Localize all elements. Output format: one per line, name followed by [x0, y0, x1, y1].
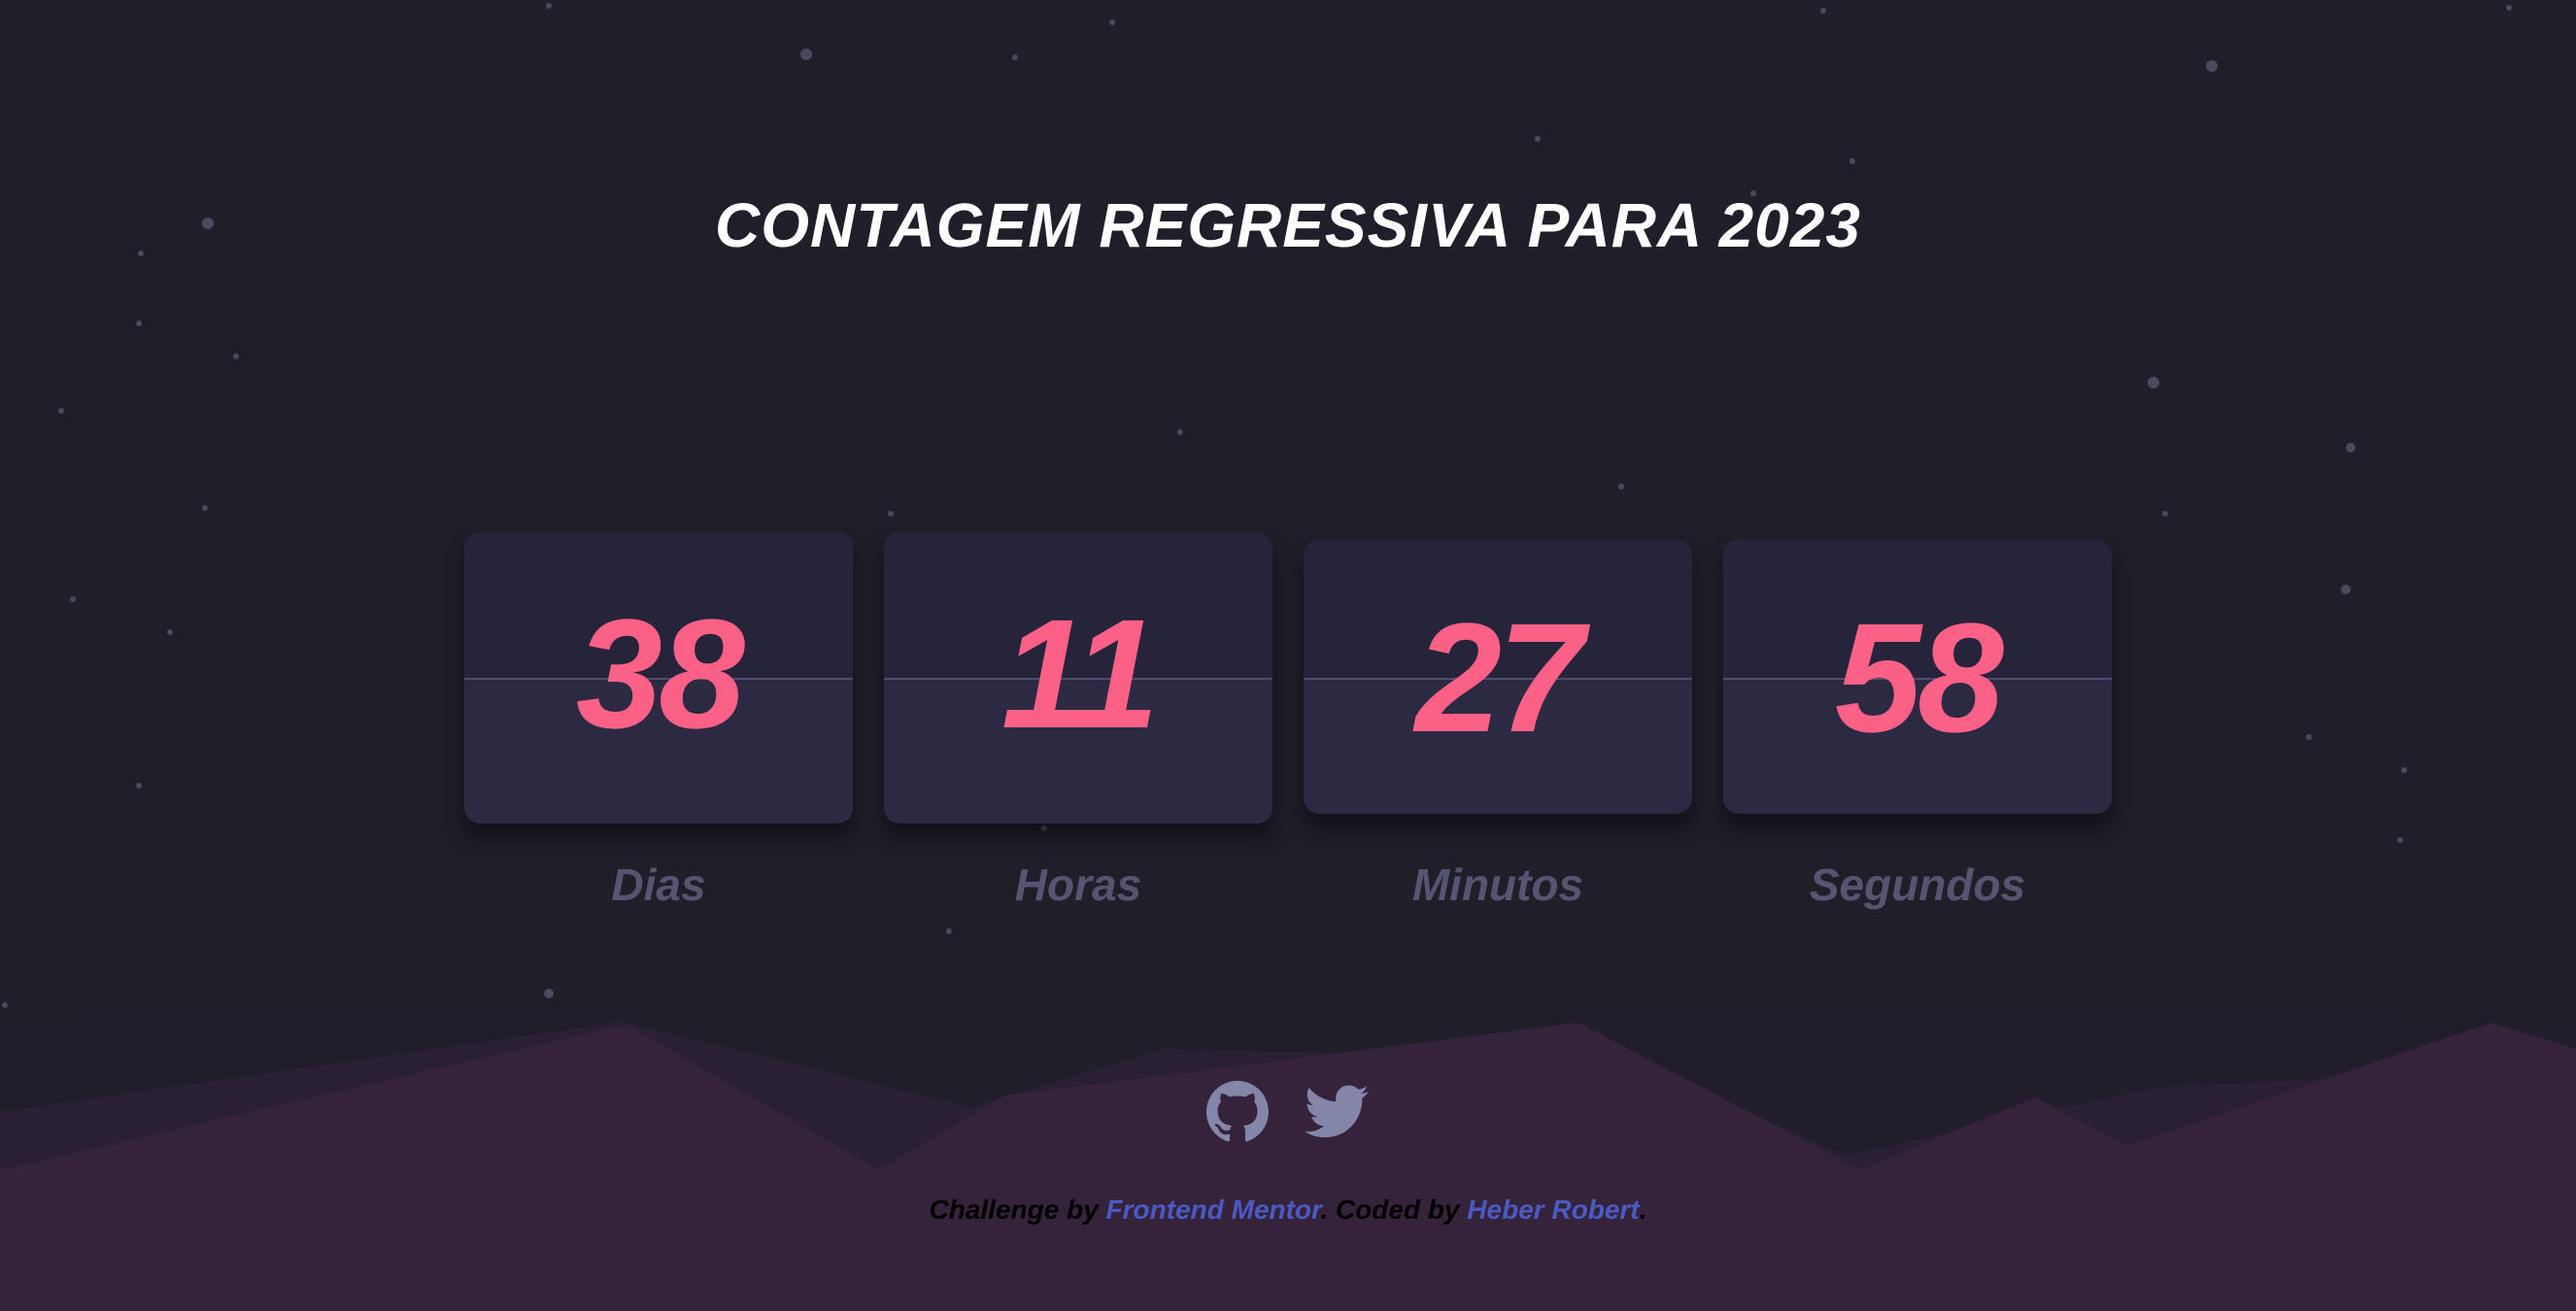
github-link[interactable] [1206, 1081, 1269, 1148]
twitter-icon [1305, 1085, 1370, 1138]
frontend-mentor-link[interactable]: Frontend Mentor [1106, 1194, 1321, 1225]
footer-suffix: . [1639, 1194, 1647, 1225]
card-seconds: 58 [1723, 540, 2112, 814]
seconds-value: 58 [1835, 590, 2004, 764]
page-title: CONTAGEM REGRESSIVA PARA 2023 [714, 190, 1862, 260]
footer-middle: . Coded by [1320, 1194, 1460, 1225]
twitter-link[interactable] [1305, 1084, 1370, 1145]
author-link[interactable]: Heber Robert [1467, 1194, 1639, 1225]
hours-label: Horas [1014, 859, 1142, 910]
card-days: 38 [464, 532, 853, 824]
footer-attribution: Challenge by Frontend Mentor. Coded by H… [0, 1193, 2576, 1227]
minutes-value: 27 [1415, 590, 1584, 764]
footer-prefix: Challenge by [929, 1194, 1099, 1225]
minutes-label: Minutos [1411, 859, 1584, 910]
days-label: Dias [611, 859, 706, 910]
card-minutes: 27 [1304, 540, 1692, 814]
hours-value: 11 [1000, 587, 1159, 760]
seconds-label: Segundos [1809, 859, 2026, 910]
github-icon [1206, 1081, 1269, 1142]
card-hours: 11 [884, 532, 1272, 824]
days-value: 38 [576, 587, 745, 760]
